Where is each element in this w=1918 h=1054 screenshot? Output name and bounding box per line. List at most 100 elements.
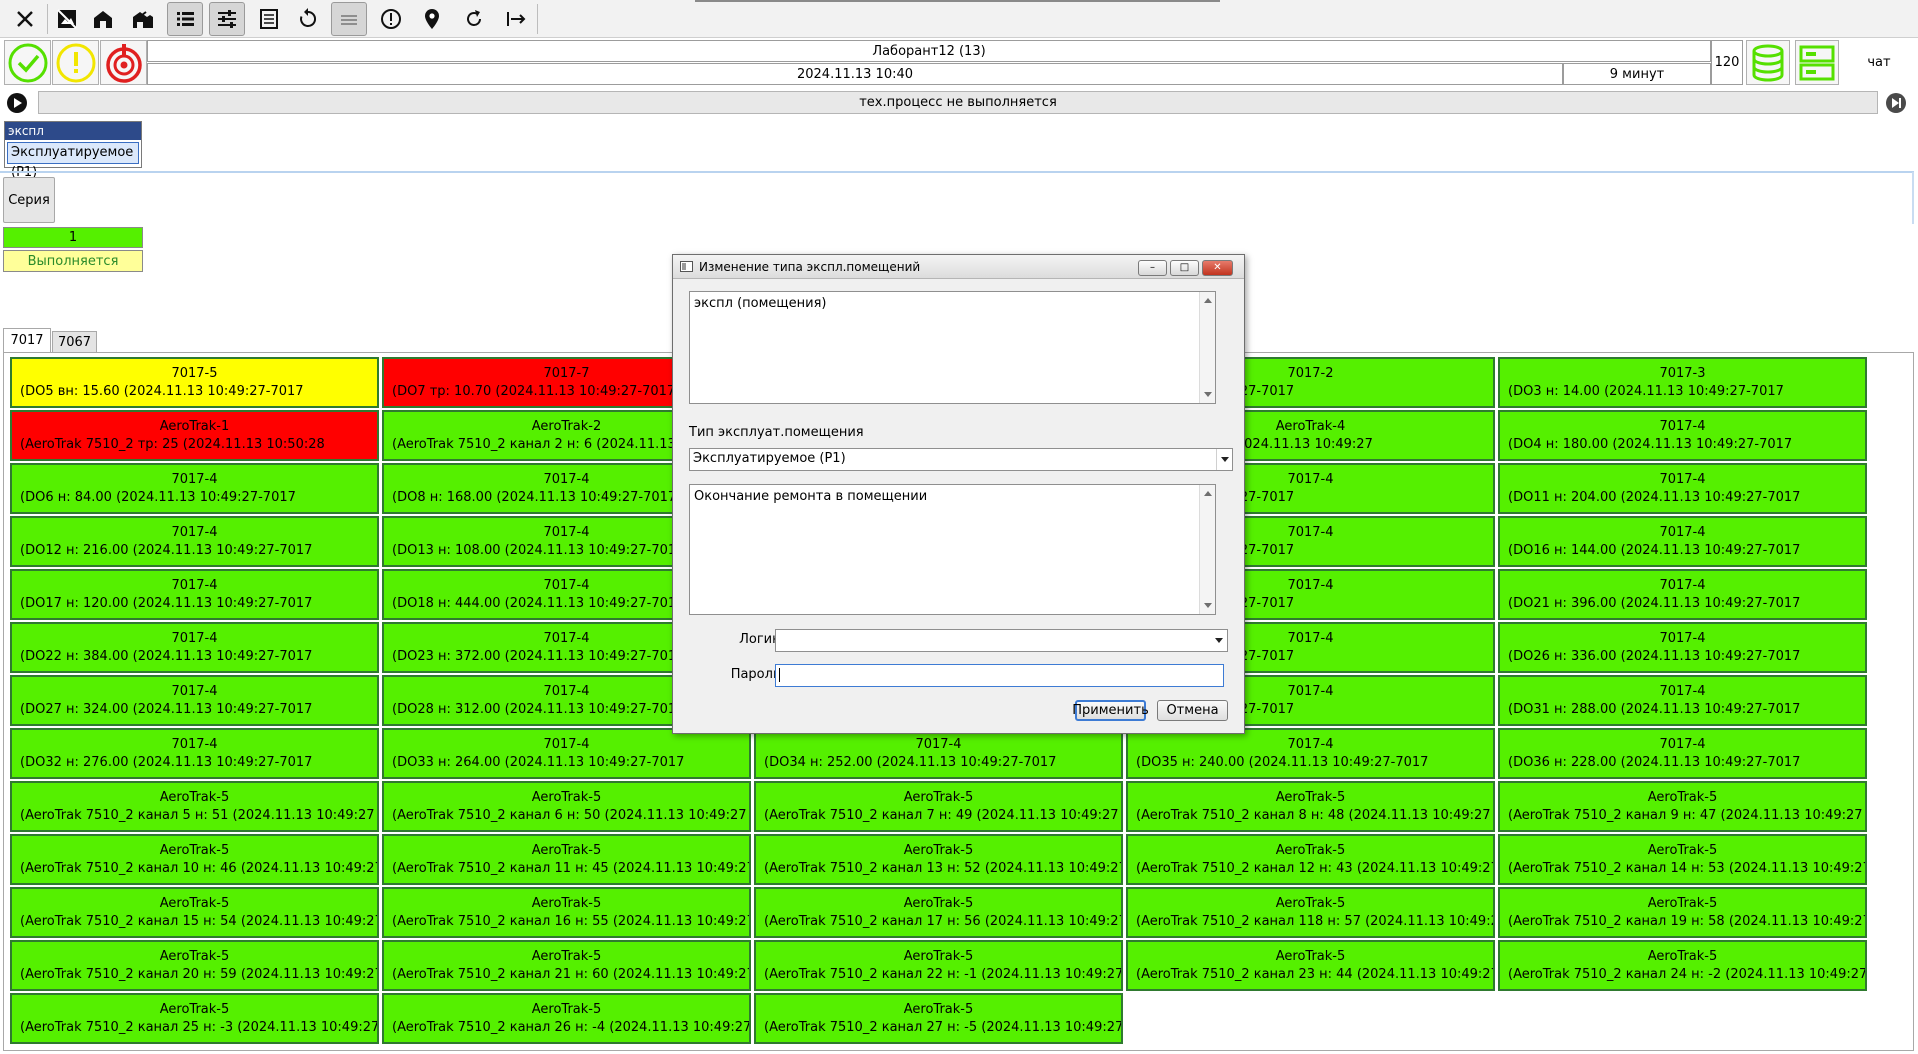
sensor-tile[interactable]: 7017-4 (DO11 н: 204.00 (2024.11.13 10:49:… [1498,463,1867,514]
reset-icon[interactable] [290,2,326,36]
sensor-tile[interactable]: 7017-4 (DO26 н: 336.00 (2024.11.13 10:49:… [1498,622,1867,673]
sensor-tile[interactable]: AeroTrak-5 (AeroTrak 7510_2 канал 15 н: 5… [10,887,379,938]
sensor-title: AeroTrak-5 [1275,895,1346,911]
cancel-button[interactable]: Отмена [1157,700,1228,721]
sensor-tile[interactable]: AeroTrak-5 (AeroTrak 7510_2 канал 118 н: … [1126,887,1495,938]
map-pin-icon[interactable] [414,2,450,36]
password-input[interactable] [775,664,1224,687]
sensor-tile[interactable]: 7017-4 (DO6 н: 84.00 (2024.11.13 10:49:27… [10,463,379,514]
tab-7067[interactable]: 7067 [52,331,97,353]
sensor-title: AeroTrak-5 [531,789,602,805]
expl-value[interactable]: Эксплуатируемое (P1) [7,142,139,180]
next-icon[interactable] [1884,91,1908,115]
top-divider [695,0,1220,2]
sensor-tile[interactable]: AeroTrak-5 (AeroTrak 7510_2 канал 11 н: 4… [382,834,751,885]
sensor-title: AeroTrak-5 [159,948,230,964]
dialog-titlebar[interactable]: Изменение типа экспл.помещений – □ ✕ [673,255,1244,279]
sensor-tile[interactable]: 7017-4 (DO35 н: 240.00 (2024.11.13 10:49:… [1126,728,1495,779]
sensor-tile[interactable]: 7017-4 (DO17 н: 120.00 (2024.11.13 10:49:… [10,569,379,620]
tab-7017[interactable]: 7017 [3,328,51,352]
sensor-tile[interactable]: 7017-4 (DO33 н: 264.00 (2024.11.13 10:49:… [382,728,751,779]
close-icon[interactable]: ✕ [1202,260,1233,276]
buildings-icon[interactable] [125,2,161,36]
chevron-down-icon[interactable] [1216,449,1232,470]
minimize-icon[interactable]: – [1138,260,1167,276]
comment-text-area[interactable]: Окончание ремонта в помещении [689,484,1216,615]
sensor-tile[interactable]: 7017-4 (DO16 н: 144.00 (2024.11.13 10:49:… [1498,516,1867,567]
sensor-tile[interactable]: 7017-4 (DO22 н: 384.00 (2024.11.13 10:49:… [10,622,379,673]
chevron-down-icon[interactable] [1211,630,1227,651]
apply-button[interactable]: Применить [1072,700,1149,721]
sensor-tile[interactable]: AeroTrak-5 (AeroTrak 7510_2 канал 22 н: -… [754,940,1123,991]
sensor-tile[interactable]: AeroTrak-5 (AeroTrak 7510_2 канал 19 н: 5… [1498,887,1867,938]
list-icon[interactable] [167,2,203,36]
sensor-tile[interactable]: AeroTrak-5 (AeroTrak 7510_2 канал 10 н: 4… [10,834,379,885]
sensor-title: 7017-4 [1287,736,1334,752]
sensor-tile[interactable]: 7017-4 (DO32 н: 276.00 (2024.11.13 10:49:… [10,728,379,779]
sensor-tile[interactable]: AeroTrak-5 (AeroTrak 7510_2 канал 17 н: 5… [754,887,1123,938]
sensor-reading: (DO4 н: 180.00 (2024.11.13 10:49:27-7017 [1508,436,1793,452]
sensor-tile[interactable]: AeroTrak-5 (AeroTrak 7510_2 канал 21 н: 6… [382,940,751,991]
sensor-tile[interactable]: AeroTrak-5 (AeroTrak 7510_2 канал 20 н: 5… [10,940,379,991]
alert-icon[interactable] [373,2,409,36]
type-select[interactable]: Эксплуатируемое (P1) [689,448,1233,471]
sensor-reading: (AeroTrak 7510_2 канал 19 н: 58 (2024.11… [1508,913,1867,929]
table-icon[interactable] [251,2,287,36]
sensor-tile[interactable]: AeroTrak-5 (AeroTrak 7510_2 канал 6 н: 50… [382,781,751,832]
expl-widget[interactable]: экспл Эксплуатируемое (P1) [4,121,142,180]
sensor-tile[interactable]: 7017-4 (DO21 н: 396.00 (2024.11.13 10:49:… [1498,569,1867,620]
close-icon[interactable] [7,2,43,36]
sensor-reading: (DO28 н: 312.00 (2024.11.13 10:49:27-701… [392,701,685,717]
sensor-title: 7017-4 [543,736,590,752]
sensor-tile[interactable]: AeroTrak-5 (AeroTrak 7510_2 канал 9 н: 47… [1498,781,1867,832]
sensor-tile[interactable]: 7017-4 (DO34 н: 252.00 (2024.11.13 10:49:… [754,728,1123,779]
server-icon[interactable] [1795,40,1839,85]
sensor-tile[interactable]: 7017-4 (DO31 н: 288.00 (2024.11.13 10:49:… [1498,675,1867,726]
sensor-tile[interactable]: 7017-4 (DO4 н: 180.00 (2024.11.13 10:49:2… [1498,410,1867,461]
database-icon[interactable] [1746,40,1790,85]
sensor-title: 7017-4 [543,524,590,540]
toolbar [0,0,1918,38]
building-icon[interactable] [85,2,121,36]
sensor-tile[interactable]: 7017-5 (DO5 вн: 15.60 (2024.11.13 10:49:2… [10,357,379,408]
sensor-tile[interactable]: AeroTrak-5 (AeroTrak 7510_2 канал 16 н: 5… [382,887,751,938]
chat-button[interactable]: чат [1843,40,1915,85]
sensor-title: 7017-4 [171,471,218,487]
sensor-tile[interactable]: AeroTrak-5 (AeroTrak 7510_2 канал 13 н: 5… [754,834,1123,885]
sensor-tile[interactable]: AeroTrak-5 (AeroTrak 7510_2 канал 24 н: -… [1498,940,1867,991]
sensor-tile[interactable]: AeroTrak-5 (AeroTrak 7510_2 канал 25 н: -… [10,993,379,1044]
play-icon[interactable] [5,91,29,115]
refresh-icon[interactable] [456,2,492,36]
sensor-tile[interactable]: AeroTrak-5 (AeroTrak 7510_2 канал 14 н: 5… [1498,834,1867,885]
sensor-tile[interactable]: AeroTrak-1 (AeroTrak 7510_2 тр: 25 (2024.… [10,410,379,461]
status-warning-icon[interactable] [52,40,99,85]
sensor-tile[interactable]: AeroTrak-5 (AeroTrak 7510_2 канал 23 н: 4… [1126,940,1495,991]
sensor-tile[interactable]: AeroTrak-5 (AeroTrak 7510_2 канал 8 н: 48… [1126,781,1495,832]
login-select[interactable] [775,629,1228,652]
logout-icon[interactable] [498,2,534,36]
sensor-tile[interactable]: AeroTrak-5 (AeroTrak 7510_2 канал 26 н: -… [382,993,751,1044]
scrollbar[interactable] [1199,485,1215,614]
sensor-tile[interactable]: 7017-3 (DO3 н: 14.00 (2024.11.13 10:49:27… [1498,357,1867,408]
sensor-tile[interactable]: 7017-4 (DO27 н: 324.00 (2024.11.13 10:49:… [10,675,379,726]
sensor-reading: (AeroTrak 7510_2 канал 14 н: 53 (2024.11… [1508,860,1867,876]
sensor-reading: (DO34 н: 252.00 (2024.11.13 10:49:27-701… [764,754,1057,770]
sensor-tile[interactable]: AeroTrak-5 (AeroTrak 7510_2 канал 5 н: 51… [10,781,379,832]
status-alarm-icon[interactable] [100,40,147,85]
sliders-icon[interactable] [209,2,245,36]
sensor-tile[interactable]: 7017-4 (DO36 н: 228.00 (2024.11.13 10:49:… [1498,728,1867,779]
status-ok-icon[interactable] [4,40,51,85]
sensor-tile[interactable]: AeroTrak-5 (AeroTrak 7510_2 канал 27 н: -… [754,993,1123,1044]
scrollbar[interactable] [1199,292,1215,403]
text-lines-icon[interactable] [331,2,367,36]
series-button[interactable]: Серия [3,177,55,223]
maximize-icon[interactable]: □ [1170,260,1199,276]
sensor-title: AeroTrak-5 [903,895,974,911]
expl-text-area[interactable]: экспл (помещения) [689,291,1216,404]
sensor-tile[interactable]: AeroTrak-5 (AeroTrak 7510_2 канал 7 н: 49… [754,781,1123,832]
expl-text: экспл (помещения) [694,296,827,311]
sensor-reading: (AeroTrak 7510_2 канал 20 н: 59 (2024.11… [20,966,379,982]
sensor-tile[interactable]: 7017-4 (DO12 н: 216.00 (2024.11.13 10:49:… [10,516,379,567]
no-image-icon[interactable] [49,2,85,36]
sensor-tile[interactable]: AeroTrak-5 (AeroTrak 7510_2 канал 12 н: 4… [1126,834,1495,885]
